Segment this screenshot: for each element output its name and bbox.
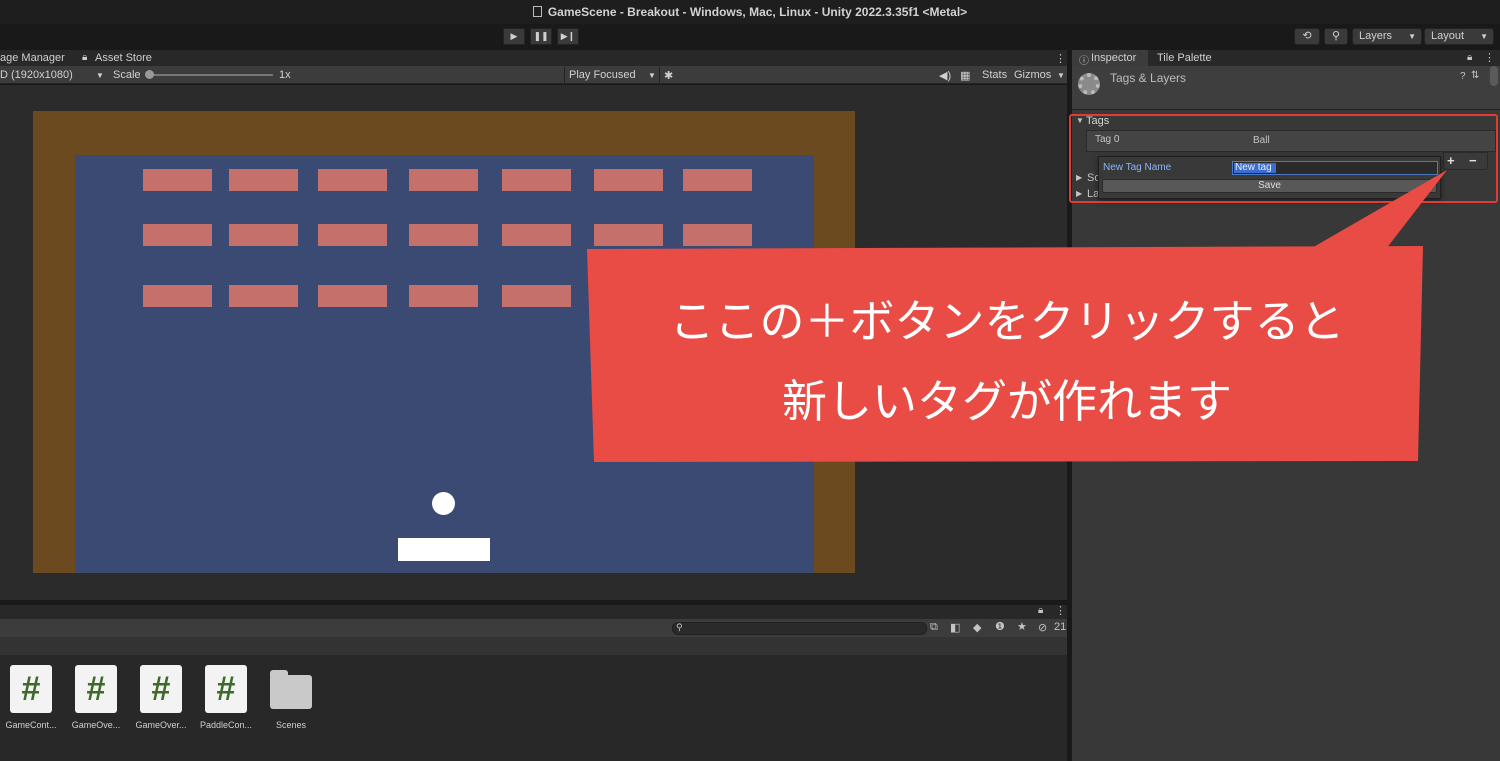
callout-pointer: [1310, 170, 1447, 249]
callout-line-1: ここの＋ボタンをクリックすると: [669, 296, 1345, 347]
callout-line-2: 新しいタグが作れます: [781, 376, 1232, 427]
callout-text: ここの＋ボタンをクリックすると 新しいタグが作れます: [592, 282, 1422, 442]
